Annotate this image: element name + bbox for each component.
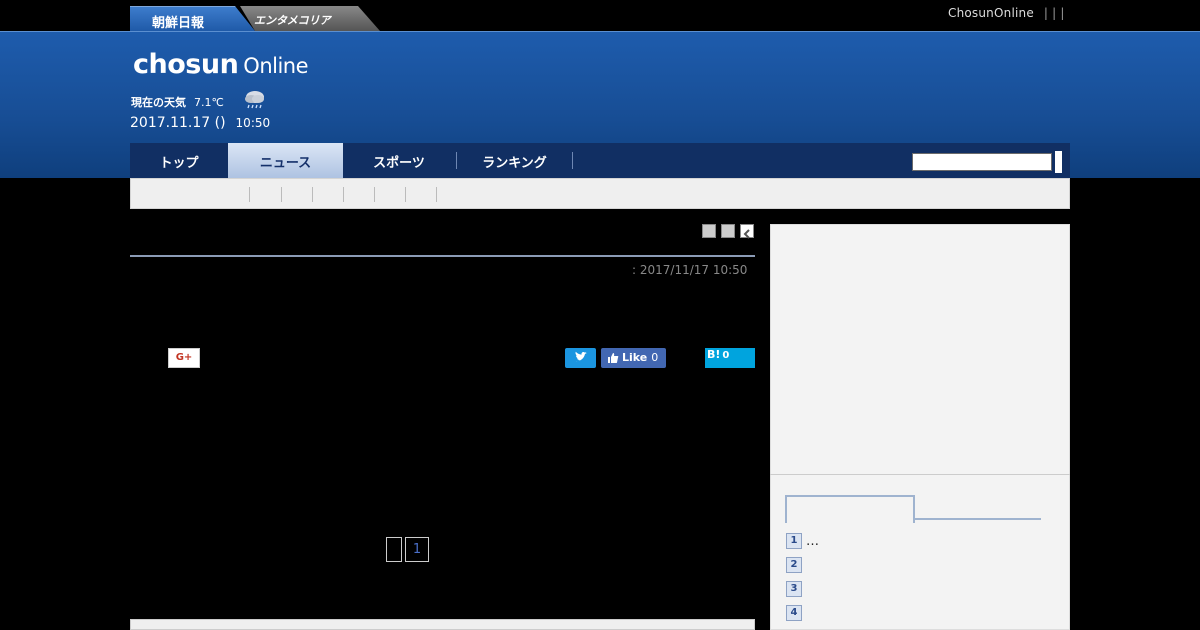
- text-size-icon[interactable]: [721, 224, 735, 238]
- print-icon[interactable]: [702, 224, 716, 238]
- pager-prev[interactable]: [386, 537, 402, 562]
- nav-item-news[interactable]: ニュース: [228, 143, 343, 178]
- weather-widget: 現在の天気 7.1℃: [131, 94, 224, 110]
- sub-nav: [130, 178, 1070, 209]
- subnav-divider: [249, 187, 250, 202]
- sidebar-ad-divider: [770, 474, 1070, 475]
- google-plus-share-button[interactable]: G+: [168, 348, 200, 368]
- ranking-number: 4: [786, 605, 802, 621]
- hatena-bookmark-button[interactable]: B! 0: [705, 348, 755, 368]
- search-button[interactable]: [1055, 151, 1062, 173]
- top-link-separators: | | |: [1043, 6, 1065, 20]
- weather-temperature: 7.1℃: [194, 96, 224, 109]
- site-logo[interactable]: chosun Online: [133, 49, 309, 80]
- subnav-divider: [281, 187, 282, 202]
- subnav-divider: [436, 187, 437, 202]
- subnav-divider: [343, 187, 344, 202]
- logo-sub: Online: [243, 54, 309, 78]
- thumbs-up-icon: [608, 353, 619, 363]
- top-link-chosunonline[interactable]: ChosunOnline: [948, 6, 1034, 20]
- weather-label: 現在の天気: [131, 96, 186, 109]
- ranking-tab-rule: [913, 518, 1041, 520]
- facebook-like-count: 0: [651, 351, 659, 364]
- ranking-number: 2: [786, 557, 802, 573]
- ranking-number: 3: [786, 581, 802, 597]
- ranking-number: 1: [786, 533, 802, 549]
- current-datetime: 2017.11.17 () 10:50: [130, 115, 270, 131]
- twitter-share-button[interactable]: [565, 348, 596, 368]
- subnav-divider: [312, 187, 313, 202]
- back-arrow-icon[interactable]: [740, 224, 754, 239]
- nav-divider: [572, 152, 573, 169]
- ranking-item-link[interactable]: …: [806, 534, 819, 549]
- facebook-like-label: Like: [622, 351, 648, 364]
- article-title-rule: [130, 255, 755, 257]
- article-footer-toolbar: [130, 619, 755, 630]
- nav-item-ranking[interactable]: ランキング: [457, 143, 572, 178]
- logo-main: chosun: [133, 49, 239, 80]
- tab-chosun-ilbo[interactable]: 朝鮮日報: [130, 6, 255, 31]
- nav-item-sports[interactable]: スポーツ: [343, 143, 455, 178]
- search-input[interactable]: [912, 153, 1052, 171]
- article-published-date: : 2017/11/17 10:50: [632, 263, 748, 277]
- subnav-divider: [405, 187, 406, 202]
- subnav-divider: [374, 187, 375, 202]
- rain-cloud-icon: [245, 91, 264, 109]
- top-links: ChosunOnline | | |: [948, 6, 1065, 20]
- current-date: 2017.11.17 (): [130, 115, 226, 131]
- nav-item-top[interactable]: トップ: [130, 143, 228, 178]
- pager-page-current[interactable]: 1: [405, 537, 429, 562]
- tab-entame-korea[interactable]: エンタメコリア: [240, 6, 380, 31]
- current-time: 10:50: [235, 116, 271, 130]
- sidebar: [770, 224, 1070, 630]
- hatena-count: 0: [722, 350, 730, 361]
- hatena-label: B!: [707, 348, 721, 361]
- facebook-like-button[interactable]: Like 0: [601, 348, 666, 368]
- ranking-tab-active[interactable]: [785, 495, 915, 523]
